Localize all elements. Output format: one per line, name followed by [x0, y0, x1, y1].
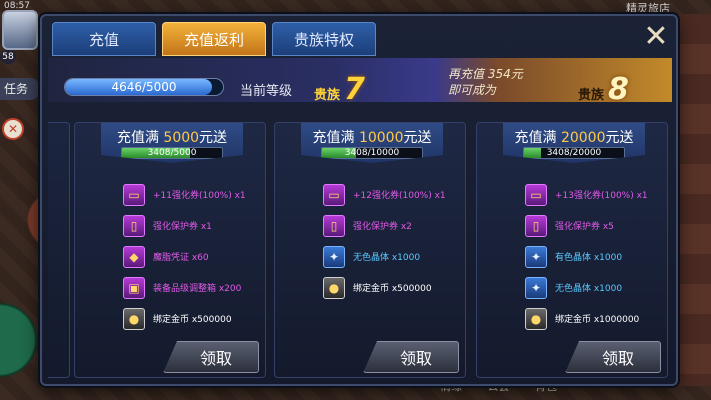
- card-header: 充值满 20000元送 3408/20000: [503, 123, 645, 163]
- reward-item-label: 有色晶体 x1000: [555, 253, 623, 263]
- reward-item[interactable]: ✦ 无色晶体 x1000: [525, 272, 667, 303]
- reward-item[interactable]: ▭ +11强化券(100%) x1: [123, 179, 265, 210]
- card-title: 充值满 5000元送: [116, 130, 228, 146]
- tab-bar: 充值 充值返利 贵族特权: [52, 22, 376, 56]
- card-progress-text: 3408/5000: [147, 148, 197, 158]
- crystal-icon[interactable]: ✦: [525, 276, 547, 299]
- voucher-icon[interactable]: ◆: [123, 245, 145, 268]
- reward-item-label: 强化保护券 x1: [153, 222, 212, 232]
- claim-button[interactable]: 领取: [163, 341, 259, 373]
- reward-item[interactable]: ✦ 无色晶体 x1000: [323, 241, 465, 272]
- reward-item[interactable]: ▭ +12强化券(100%) x1: [323, 179, 465, 210]
- reward-card-5000: 充值满 5000元送 3408/5000 ▭ +11强化券(100%) x1 ▯ 强化…: [74, 122, 266, 378]
- close-icon[interactable]: ✕: [636, 16, 676, 56]
- tab-recharge-rebate[interactable]: 充值返利: [162, 22, 266, 56]
- current-noble-level: 贵族 7: [314, 72, 365, 107]
- reward-list: ▭ +12强化券(100%) x1 ▯ 强化保护券 x2 ✦ 无色晶体 x1000 ● 绑定金…: [323, 179, 465, 303]
- card-title: 充值满 10000元送: [312, 130, 432, 146]
- noble-level-strip: 4646/5000 当前等级 贵族 7 再充值 354元 即可成为 贵族 8: [48, 58, 672, 107]
- card-progress-bar: 3408/20000: [523, 147, 625, 159]
- reward-item-label: 强化保护券 x5: [555, 222, 614, 232]
- reward-item-label: +11强化券(100%) x1: [153, 191, 246, 201]
- card-header: 充值满 5000元送 3408/5000: [101, 123, 243, 163]
- next-noble-level: 贵族 8: [578, 72, 629, 107]
- chest-icon[interactable]: ▣: [123, 276, 145, 299]
- quest-orb-icon[interactable]: ✕: [2, 118, 24, 140]
- reward-item-label: +12强化券(100%) x1: [353, 191, 446, 201]
- player-level-badge: 58: [0, 50, 16, 64]
- noble-word: 贵族: [578, 88, 605, 103]
- reward-item-label: 绑定金币 x1000000: [555, 315, 640, 325]
- reward-item-label: +13强化券(100%) x1: [555, 191, 648, 201]
- card-progress-text: 3408/20000: [546, 148, 602, 158]
- reward-item[interactable]: ▯ 强化保护券 x2: [323, 210, 465, 241]
- current-level-label: 当前等级: [240, 84, 293, 99]
- noble-progress-bar: 4646/5000: [64, 78, 224, 96]
- card-progress-text: 3408/10000: [344, 148, 400, 158]
- reward-card-20000: 充值满 20000元送 3408/20000 ▭ +13强化券(100%) x1 ▯…: [476, 122, 668, 378]
- reward-item[interactable]: ✦ 有色晶体 x1000: [525, 241, 667, 272]
- scroll-icon[interactable]: ▯: [525, 214, 547, 237]
- recharge-rebate-dialog: 充值 充值返利 贵族特权 ✕ 4646/5000 当前等级 贵族 7 再充值 3…: [40, 14, 678, 386]
- claim-button[interactable]: 领取: [363, 341, 459, 373]
- scroll-icon[interactable]: ▯: [123, 214, 145, 237]
- reward-item-label: 装备品级调整箱 x200: [153, 284, 242, 294]
- crystal-icon[interactable]: ✦: [525, 245, 547, 268]
- card-header: 充值满 10000元送 3408/10000: [301, 123, 443, 163]
- scroll-icon[interactable]: ▯: [323, 214, 345, 237]
- reward-item[interactable]: ▯ 强化保护券 x1: [123, 210, 265, 241]
- claim-button[interactable]: 领取: [565, 341, 661, 373]
- ticket-icon[interactable]: ▭: [323, 183, 345, 206]
- next-level-text: 再充值 354元 即可成为: [448, 66, 523, 98]
- tab-noble-privilege[interactable]: 贵族特权: [272, 22, 376, 56]
- reward-item-label: 无色晶体 x1000: [353, 253, 421, 263]
- reward-item[interactable]: ● 绑定金币 x500000: [323, 272, 465, 303]
- status-bar-time: 08:57: [4, 1, 30, 11]
- card-progress-bar: 3408/10000: [321, 147, 423, 159]
- ticket-icon[interactable]: ▭: [123, 183, 145, 206]
- coin-icon[interactable]: ●: [323, 276, 345, 299]
- reward-item[interactable]: ● 绑定金币 x500000: [123, 303, 265, 334]
- reward-item[interactable]: ▯ 强化保护券 x5: [525, 210, 667, 241]
- reward-item[interactable]: ▣ 装备品级调整箱 x200: [123, 272, 265, 303]
- reward-item[interactable]: ◆ 魔脂凭证 x60: [123, 241, 265, 272]
- card-progress-bar: 3408/5000: [121, 147, 223, 159]
- player-avatar[interactable]: [2, 10, 38, 50]
- reward-item-label: 绑定金币 x500000: [153, 315, 232, 325]
- card-title: 充值满 20000元送: [514, 130, 634, 146]
- current-level-number: 7: [344, 72, 365, 107]
- task-button[interactable]: 任务: [0, 78, 40, 100]
- tab-recharge[interactable]: 充值: [52, 22, 156, 56]
- reward-item-label: 魔脂凭证 x60: [153, 253, 209, 263]
- noble-progress-text: 4646/5000: [111, 80, 177, 94]
- crystal-icon[interactable]: ✦: [323, 245, 345, 268]
- reward-list: ▭ +11强化券(100%) x1 ▯ 强化保护券 x1 ◆ 魔脂凭证 x60 ▣ 装备品级调…: [123, 179, 265, 334]
- reward-card-partial: [48, 122, 70, 378]
- reward-item-label: 无色晶体 x1000: [555, 284, 623, 294]
- coin-icon[interactable]: ●: [123, 307, 145, 330]
- reward-item-label: 强化保护券 x2: [353, 222, 412, 232]
- noble-word: 贵族: [314, 88, 341, 103]
- reward-item[interactable]: ▭ +13强化券(100%) x1: [525, 179, 667, 210]
- ticket-icon[interactable]: ▭: [525, 183, 547, 206]
- coin-icon[interactable]: ●: [525, 307, 547, 330]
- next-level-line2: 即可成为: [448, 83, 497, 97]
- reward-card-10000: 充值满 10000元送 3408/10000 ▭ +12强化券(100%) x1 ▯…: [274, 122, 466, 378]
- reward-item[interactable]: ● 绑定金币 x1000000: [525, 303, 667, 334]
- reward-item-label: 绑定金币 x500000: [353, 284, 432, 294]
- reward-cards-area: 充值满 5000元送 3408/5000 ▭ +11强化券(100%) x1 ▯ 强化…: [48, 122, 672, 382]
- next-level-number: 8: [608, 72, 629, 107]
- reward-list: ▭ +13强化券(100%) x1 ▯ 强化保护券 x5 ✦ 有色晶体 x1000 ✦ 无色晶…: [525, 179, 667, 334]
- next-level-line1: 再充值 354元: [448, 67, 523, 81]
